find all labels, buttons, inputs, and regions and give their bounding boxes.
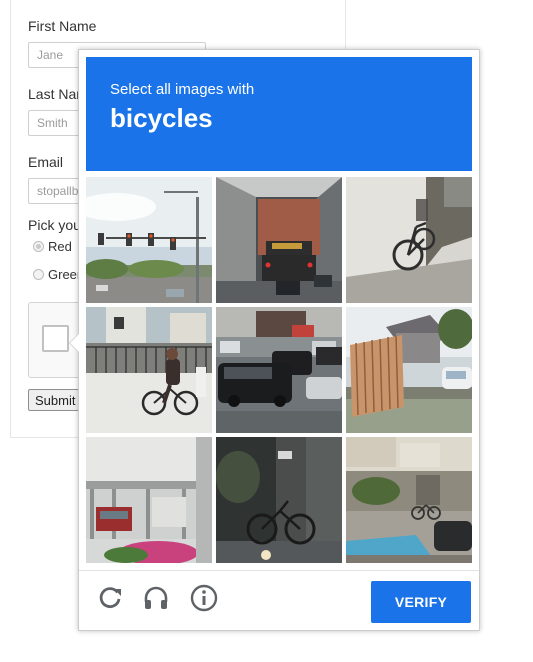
radio-option-red[interactable]: Red [33,239,72,254]
image-tile-cyclist-on-sidewalk[interactable] [86,307,212,433]
email-label: Email [28,154,64,170]
image-tile-bicycle-against-wall[interactable] [346,177,472,303]
captcha-challenge-dialog: Select all images with bicycles VERIFY [69,49,480,631]
image-grid [86,177,472,563]
building-with-bike-image [346,437,472,563]
image-tile-vehicle-tunnel[interactable] [216,177,342,303]
radio-label: Red [48,239,72,254]
image-tile-street-traffic-lights[interactable] [86,177,212,303]
recaptcha-checkbox[interactable] [42,325,69,352]
radio-button[interactable] [33,241,44,252]
radio-option-green[interactable]: Green [33,267,84,282]
vehicle-tunnel-image [216,177,342,303]
reload-icon[interactable] [95,583,125,613]
info-icon[interactable] [189,583,219,613]
challenge-instruction: Select all images with [110,81,255,98]
pick-color-label: Pick you [28,217,81,233]
cyclist-on-sidewalk-image [86,307,212,433]
cars-on-road-image [216,307,342,433]
first-name-label: First Name [28,18,97,34]
challenge-footer: VERIFY [79,570,479,631]
bicycle-parked-night-image [216,437,342,563]
image-tile-cars-on-road[interactable] [216,307,342,433]
bicycle-against-wall-image [346,177,472,303]
dialog-pointer [69,333,79,353]
audio-headphones-icon[interactable] [141,583,171,613]
image-tile-building-with-bike[interactable] [346,437,472,563]
last-name-label: Last Nar [28,86,81,102]
radio-button[interactable] [33,269,44,280]
wooden-fence-sign-image [346,307,472,433]
challenge-header: Select all images with bicycles [86,57,472,171]
bus-stop-shelter-image [86,437,212,563]
image-tile-bus-stop-shelter[interactable] [86,437,212,563]
image-tile-wooden-fence-sign[interactable] [346,307,472,433]
image-tile-bicycle-parked-night[interactable] [216,437,342,563]
verify-button[interactable]: VERIFY [371,581,471,623]
challenge-target: bicycles [110,103,213,133]
street-traffic-lights-image [86,177,212,303]
